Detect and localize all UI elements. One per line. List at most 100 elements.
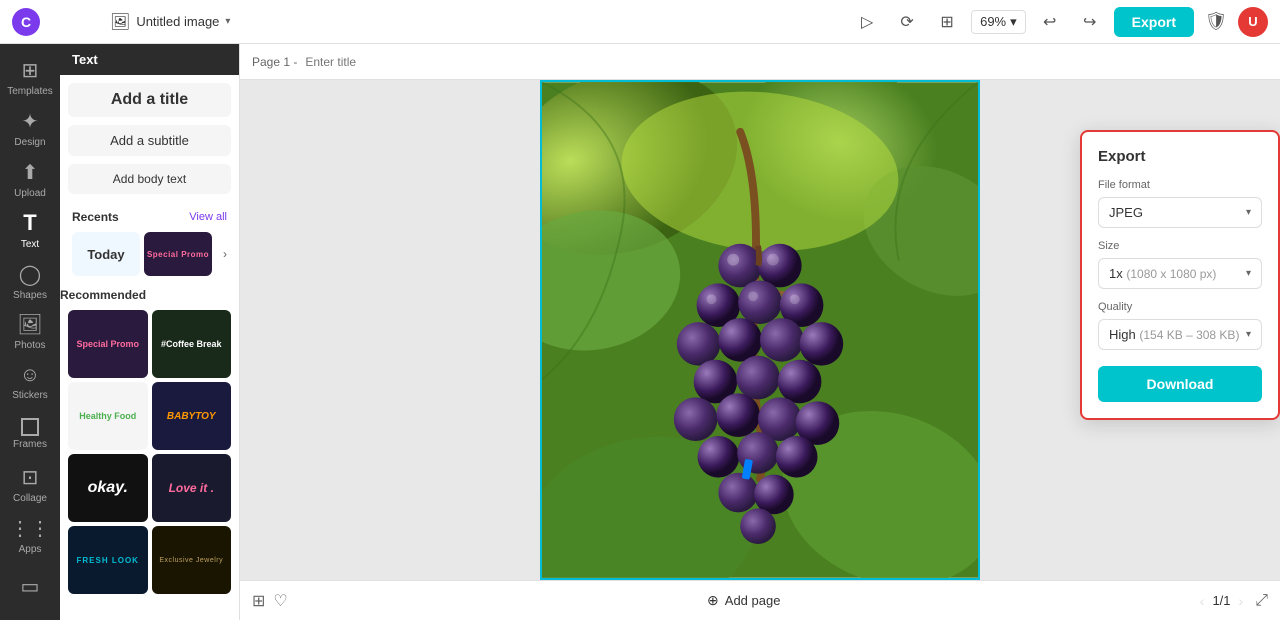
grape-image [542, 82, 978, 578]
recents-section-header: Recents View all [60, 202, 239, 228]
rec-coffee-break-text: #Coffee Break [161, 339, 222, 349]
sidebar-item-apps-label: Apps [19, 544, 42, 555]
next-page-button[interactable]: › [1239, 593, 1244, 609]
sidebar-item-apps[interactable]: ⋮⋮ Apps [0, 510, 60, 561]
size-chevron-icon: ▾ [1246, 268, 1251, 279]
file-format-select[interactable]: JPEG ▾ [1098, 197, 1262, 228]
bottom-grid-icon[interactable]: ⊞ [252, 591, 265, 611]
canvas-toolbar: Page 1 - [240, 44, 1280, 80]
zoom-control[interactable]: 69% ▾ [971, 10, 1026, 34]
recommended-section-header: Recommended [60, 284, 239, 306]
recent-item-special-promo[interactable]: Special Promo [144, 232, 212, 276]
size-label: Size [1098, 240, 1262, 252]
document-title-area[interactable]: 🖼 Untitled image ▾ [110, 12, 230, 32]
add-subtitle-button[interactable]: Add a subtitle [68, 125, 231, 156]
recents-next-button[interactable]: › [215, 232, 235, 276]
recents-title: Recents [72, 210, 119, 224]
stickers-icon: ☺ [20, 364, 40, 387]
bottom-bar-center: ⊕ Add page [288, 588, 1200, 613]
collage-icon: ⊡ [22, 465, 39, 490]
file-format-chevron-icon: ▾ [1246, 207, 1251, 218]
recent-today-text: Today [87, 247, 124, 262]
undo-btn[interactable]: ↩ [1034, 6, 1066, 38]
sidebar-item-templates-label: Templates [7, 86, 53, 97]
document-icon: 🖼 [110, 12, 130, 32]
sidebar-item-design-label: Design [14, 137, 45, 148]
apps-icon: ⋮⋮ [10, 516, 50, 541]
prev-page-button[interactable]: ‹ [1200, 593, 1205, 609]
text-icon: T [23, 210, 36, 236]
app-logo: C [12, 8, 40, 36]
rec-healthy-food-text: Healthy Food [79, 411, 136, 421]
sidebar-item-stickers[interactable]: ☺ Stickers [0, 357, 60, 408]
quality-select[interactable]: High (154 KB – 308 KB) ▾ [1098, 319, 1262, 350]
sidebar-item-upload-label: Upload [14, 188, 46, 199]
add-page-button[interactable]: ⊕ Add page [697, 588, 790, 613]
rec-item-coffee-break[interactable]: #Coffee Break [152, 310, 232, 378]
size-select[interactable]: 1x (1080 x 1080 px) ▾ [1098, 258, 1262, 289]
frames-icon [21, 418, 39, 436]
topbar-actions: ▷ ⟳ ⊞ 69% ▾ ↩ ↪ Export 🛡 U [851, 6, 1268, 38]
redo-btn[interactable]: ↪ [1074, 6, 1106, 38]
sidebar-item-design[interactable]: ✦ Design [0, 103, 60, 154]
text-panel-header: Text [60, 44, 239, 75]
canvas-area-wrapper: Page 1 - ⊡ ⋯ [240, 44, 1280, 620]
bottom-heart-icon[interactable]: ♡ [273, 591, 287, 611]
sidebar-item-stickers-label: Stickers [12, 390, 48, 401]
upload-icon: ⬆ [22, 160, 39, 185]
recents-grid: Today Special Promo #CoffeeBreak [64, 228, 215, 280]
layout-btn[interactable]: ⊞ [931, 6, 963, 38]
text-panel: Text Add a title Add a subtitle Add body… [60, 44, 240, 620]
sidebar-item-shapes[interactable]: ◯ Shapes [0, 256, 60, 307]
document-title: Untitled image [136, 14, 219, 29]
sidebar-item-upload[interactable]: ⬆ Upload [0, 154, 60, 205]
sidebar-item-templates[interactable]: ⊞ Templates [0, 52, 60, 103]
templates-icon: ⊞ [22, 58, 39, 83]
main-layout: ⊞ Templates ✦ Design ⬆ Upload T Text ◯ S… [0, 44, 1280, 620]
sidebar-item-bottom[interactable]: ▭ [0, 561, 60, 612]
bottom-bar: ⊞ ♡ ⊕ Add page ‹ 1/1 › ⤢ [240, 580, 1280, 620]
shield-icon: 🛡 [1202, 8, 1230, 36]
cursor-tool-btn[interactable]: ▷ [851, 6, 883, 38]
export-button[interactable]: Export [1114, 7, 1194, 37]
sidebar-item-collage[interactable]: ⊡ Collage [0, 459, 60, 510]
rec-item-okay[interactable]: okay. [68, 454, 148, 522]
sidebar-item-photos-label: Photos [14, 340, 45, 351]
bottom-bar-right: ‹ 1/1 › ⤢ [1200, 592, 1268, 610]
add-body-button[interactable]: Add body text [68, 164, 231, 194]
sidebar-item-photos[interactable]: 🖼 Photos [0, 307, 60, 358]
bottom-bar-left: ⊞ ♡ [252, 591, 288, 611]
rec-special-promo-text: Special Promo [76, 339, 139, 349]
history-btn[interactable]: ⟳ [891, 6, 923, 38]
recommended-title: Recommended [60, 288, 146, 302]
canvas-page[interactable] [540, 80, 980, 580]
view-all-link[interactable]: View all [189, 211, 227, 223]
sidebar-item-collage-label: Collage [13, 493, 47, 504]
size-value: 1x (1080 x 1080 px) [1109, 266, 1216, 281]
avatar[interactable]: U [1238, 7, 1268, 37]
download-button[interactable]: Download [1098, 366, 1262, 402]
sidebar-item-frames[interactable]: Frames [0, 408, 60, 459]
sidebar-item-shapes-label: Shapes [13, 290, 47, 301]
rec-item-exclusive-jewelry[interactable]: Exclusive Jewelry [152, 526, 232, 594]
quality-chevron-icon: ▾ [1246, 329, 1251, 340]
page-display: 1/1 [1212, 593, 1230, 608]
file-format-value: JPEG [1109, 205, 1143, 220]
icon-sidebar: ⊞ Templates ✦ Design ⬆ Upload T Text ◯ S… [0, 44, 60, 620]
page-wrapper: ⊡ ⋯ [540, 80, 980, 580]
sidebar-item-frames-label: Frames [13, 439, 47, 450]
add-title-button[interactable]: Add a title [68, 83, 231, 117]
rec-item-fresh-look[interactable]: FRESH LOOK [68, 526, 148, 594]
export-panel: Export File format JPEG ▾ Size 1x (1080 … [1080, 130, 1280, 420]
rec-item-love-it[interactable]: Love it . [152, 454, 232, 522]
rec-item-healthy-food[interactable]: Healthy Food [68, 382, 148, 450]
rec-item-babytoy[interactable]: BABYTOY [152, 382, 232, 450]
fullscreen-button[interactable]: ⤢ [1255, 592, 1268, 610]
page-title-input[interactable] [305, 55, 460, 69]
recent-item-today[interactable]: Today [72, 232, 140, 276]
rec-item-special-promo[interactable]: Special Promo [68, 310, 148, 378]
rec-exclusive-jewelry-text: Exclusive Jewelry [159, 557, 223, 564]
sidebar-item-text[interactable]: T Text [0, 205, 60, 256]
zoom-level: 69% [980, 14, 1006, 29]
page-label-text: Page 1 - [252, 55, 297, 69]
